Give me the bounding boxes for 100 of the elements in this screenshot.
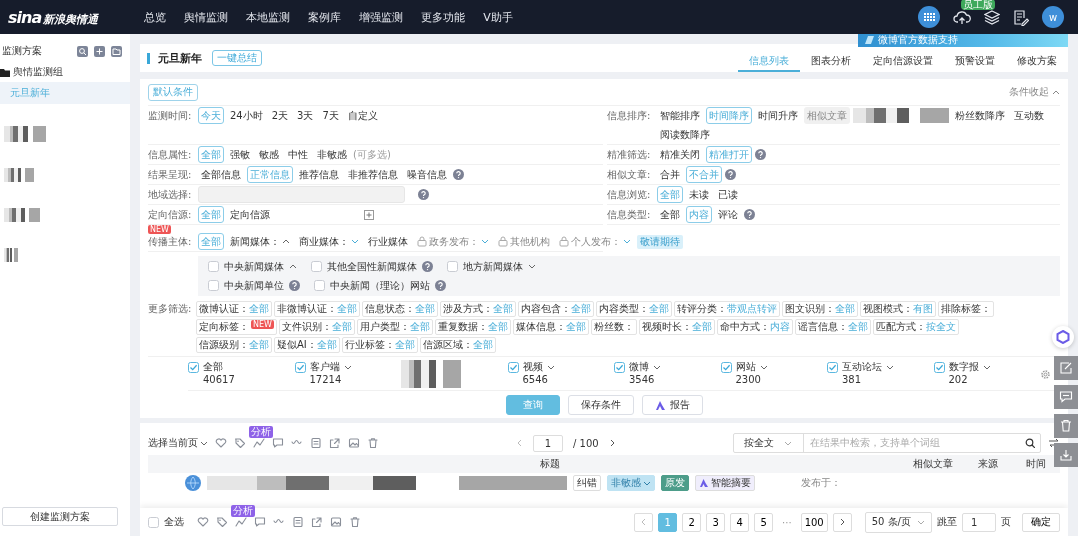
filter-option[interactable]: 2天: [268, 107, 292, 124]
checkbox[interactable]: [827, 361, 838, 373]
filter-chip[interactable]: 微博认证：全部: [196, 301, 272, 317]
filter-option[interactable]: 噪音信息: [404, 166, 450, 183]
scope-dropdown[interactable]: 按全文: [734, 434, 804, 452]
edit-button[interactable]: [1054, 356, 1078, 380]
checkbox[interactable]: [614, 361, 625, 373]
nav-item[interactable]: 更多功能: [421, 9, 466, 25]
nav-item[interactable]: 本地监测: [246, 9, 291, 25]
checkbox[interactable]: [447, 261, 458, 272]
heart-icon[interactable]: [215, 437, 227, 449]
filter-option[interactable]: 7天: [319, 107, 342, 124]
filter-option[interactable]: 定向信源: [227, 206, 273, 223]
tab[interactable]: 定向信源设置: [862, 52, 944, 72]
filter-chip[interactable]: 粉丝数：: [590, 319, 637, 335]
filter-chip[interactable]: 视图模式：有图: [860, 301, 936, 317]
page-button[interactable]: 100: [800, 512, 828, 532]
filter-option[interactable]: 其他机构: [495, 233, 553, 250]
nav-item[interactable]: 案例库: [308, 9, 342, 25]
trend-icon[interactable]: [253, 437, 265, 449]
filter-option[interactable]: 政务发布：: [414, 233, 492, 250]
sentiment-dropdown[interactable]: 非敏感: [607, 475, 655, 491]
filter-chip[interactable]: 谣言信息：全部: [794, 319, 871, 335]
filter-chip[interactable]: 排除标签：: [938, 301, 994, 317]
next-icon[interactable]: [608, 439, 616, 447]
filter-chip[interactable]: 内容包含：全部: [518, 301, 594, 317]
ai-summary-button[interactable]: 智能摘要: [695, 475, 755, 491]
filter-chip[interactable]: 内容类型：全部: [596, 301, 672, 317]
filter-option[interactable]: 新闻媒体：: [227, 233, 293, 250]
page-input[interactable]: 1: [533, 434, 563, 452]
filter-chip[interactable]: 命中方式：内容: [716, 319, 793, 335]
filter-option[interactable]: 中性: [285, 146, 311, 163]
document-icon[interactable]: [292, 516, 304, 528]
filter-chip[interactable]: 重复数据：全部: [434, 319, 511, 335]
report-button[interactable]: 报告: [641, 395, 703, 415]
feedback-button[interactable]: [1054, 385, 1078, 409]
assistant-button[interactable]: [1052, 326, 1074, 348]
filter-option[interactable]: 智能排序: [657, 107, 703, 124]
correction-button[interactable]: 纠错: [573, 475, 601, 491]
checkbox[interactable]: [208, 261, 219, 272]
filter-option[interactable]: 评论: [715, 206, 741, 223]
checkbox[interactable]: [720, 361, 732, 373]
filter-option[interactable]: 阅读数降序: [657, 126, 713, 143]
tab[interactable]: 修改方案: [1006, 52, 1068, 72]
filter-chip[interactable]: 行业标签：全部: [341, 337, 418, 353]
filter-option[interactable]: 非推荐信息: [345, 166, 401, 183]
swap-icon[interactable]: [1048, 438, 1060, 448]
filter-option[interactable]: 自定义: [344, 107, 381, 124]
filter-option[interactable]: 精准关闭: [657, 146, 703, 163]
checkbox[interactable]: [314, 280, 325, 291]
filter-chip[interactable]: 疑似AI：全部: [274, 337, 340, 353]
filter-option[interactable]: 全部: [657, 206, 683, 223]
cloud-upload-icon[interactable]: [953, 9, 971, 25]
apps-icon[interactable]: [918, 6, 940, 28]
image-icon[interactable]: [330, 516, 342, 528]
checkbox[interactable]: [507, 361, 519, 373]
checkbox[interactable]: [188, 361, 199, 373]
previous-icon[interactable]: [516, 439, 523, 447]
delete-icon[interactable]: [367, 437, 379, 449]
filter-chip[interactable]: 用户类型：全部: [356, 319, 433, 335]
filter-chip[interactable]: 文件识别：全部: [278, 319, 355, 335]
filter-option[interactable]: 已读: [715, 186, 741, 203]
create-plan-button[interactable]: 创建监测方案: [2, 507, 118, 526]
filter-option[interactable]: 强敏: [227, 146, 253, 163]
page-button[interactable]: 3: [706, 512, 726, 532]
layers-icon[interactable]: [984, 9, 1000, 25]
checkbox[interactable]: [148, 516, 159, 528]
comment-icon[interactable]: [254, 516, 266, 528]
filter-chip[interactable]: 信源区域：全部: [419, 337, 496, 353]
nav-item[interactable]: 舆情监测: [184, 9, 229, 25]
filter-chip[interactable]: 定向标签： NEW: [196, 319, 277, 335]
filter-chip[interactable]: 信息状态：全部: [362, 301, 438, 317]
tab[interactable]: 图表分析: [800, 52, 862, 72]
checkbox[interactable]: [311, 261, 322, 272]
nav-item[interactable]: 总览: [144, 9, 167, 25]
filter-chip[interactable]: 媒体信息：全部: [512, 319, 589, 335]
region-field[interactable]: [198, 186, 405, 203]
filter-option[interactable]: 合并: [657, 166, 683, 183]
filter-option[interactable]: 粉丝数降序: [952, 107, 1008, 124]
filter-option[interactable]: 24小时: [227, 107, 266, 124]
filter-option[interactable]: 行业媒体: [365, 233, 411, 250]
comment-icon[interactable]: [272, 437, 284, 449]
checkbox[interactable]: [933, 361, 945, 373]
confirm-button[interactable]: 确定: [1022, 512, 1060, 532]
select-page-dropdown[interactable]: 选择当前页: [148, 436, 208, 450]
filter-chip[interactable]: 视频时长：全部: [638, 319, 715, 335]
filter-option[interactable]: 个人发布：: [556, 233, 634, 250]
page-button[interactable]: 2: [682, 512, 702, 532]
add-icon[interactable]: [364, 209, 374, 220]
filter-option[interactable]: 全部信息: [198, 166, 244, 183]
filter-chip[interactable]: 图文识别：全部: [782, 301, 858, 317]
nav-item[interactable]: V助手: [483, 9, 513, 25]
export-icon[interactable]: [311, 516, 323, 528]
export-icon[interactable]: [329, 437, 341, 449]
tag-icon[interactable]: [234, 437, 246, 449]
filter-option[interactable]: 时间升序: [755, 107, 801, 124]
tag-icon[interactable]: [216, 516, 228, 528]
page-button[interactable]: 5: [754, 512, 774, 532]
tab[interactable]: 预警设置: [944, 52, 1006, 72]
image-icon[interactable]: [348, 437, 360, 449]
